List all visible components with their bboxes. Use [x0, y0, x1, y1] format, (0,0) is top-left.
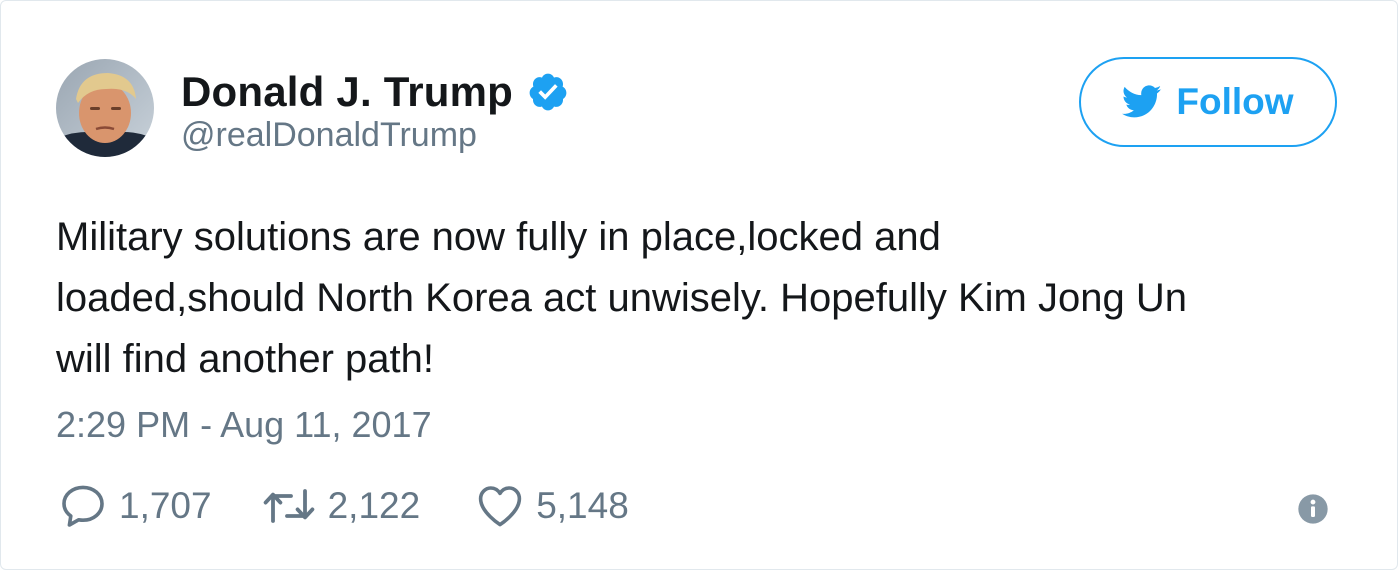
twitter-bird-icon	[1122, 85, 1162, 119]
tweet-card: Donald J. Trump @realDonaldTrump Follow …	[0, 0, 1398, 570]
tweet-text-line: loaded,should North Korea act unwisely. …	[56, 276, 1187, 320]
follow-button[interactable]: Follow	[1079, 57, 1337, 147]
follow-button-label: Follow	[1176, 81, 1294, 122]
tweet-text: Military solutions are now fully in plac…	[56, 207, 1356, 390]
reply-count: 1,707	[119, 485, 212, 526]
retweet-arrows-icon	[262, 483, 316, 529]
reply-button[interactable]: 1,707	[59, 483, 212, 529]
like-count: 5,148	[536, 485, 629, 526]
like-button[interactable]: 5,148	[476, 484, 629, 528]
tweet-timestamp[interactable]: 2:29 PM - Aug 11, 2017	[56, 404, 432, 446]
tweet-text-line: Military solutions are now fully in plac…	[56, 215, 941, 259]
heart-icon	[476, 484, 524, 528]
info-icon[interactable]	[1297, 493, 1329, 525]
retweet-count: 2,122	[327, 485, 421, 526]
avatar[interactable]	[56, 59, 154, 157]
speech-bubble-icon	[59, 483, 107, 529]
verified-badge-icon	[527, 71, 569, 113]
avatar-image	[56, 59, 154, 157]
author-name-row[interactable]: Donald J. Trump	[181, 67, 569, 117]
tweet-actions: 1,707 2,122 5,148	[59, 481, 629, 531]
author-handle[interactable]: @realDonaldTrump	[181, 116, 477, 155]
tweet-text-line: will find another path!	[56, 337, 435, 381]
author-display-name[interactable]: Donald J. Trump	[181, 68, 513, 116]
retweet-button[interactable]: 2,122	[262, 483, 421, 529]
